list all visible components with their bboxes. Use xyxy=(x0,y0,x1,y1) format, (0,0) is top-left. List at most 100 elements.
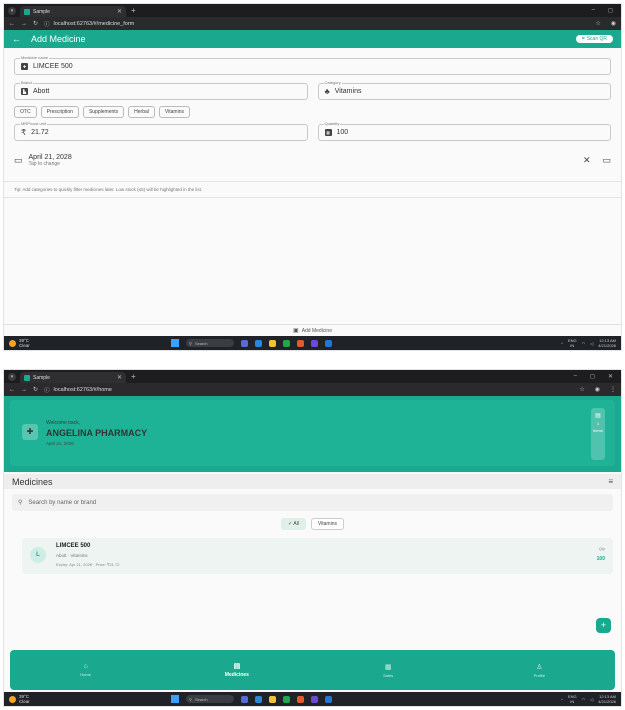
windows-start-icon[interactable] xyxy=(171,695,179,703)
site-info-icon[interactable]: ⓘ xyxy=(44,20,50,28)
tray-lang[interactable]: ENG IN xyxy=(568,338,577,348)
site-info-icon[interactable]: ⓘ xyxy=(44,386,50,394)
chip-vitamins[interactable]: Vitamins xyxy=(158,106,190,118)
taskview-icon[interactable] xyxy=(241,695,248,703)
close-window-icon[interactable]: ✕ xyxy=(608,373,613,380)
category-field[interactable]: Category ♣ Vitamins xyxy=(317,80,611,100)
reload-icon[interactable]: ↻ xyxy=(33,20,38,27)
forward-nav-icon[interactable]: → xyxy=(21,21,27,27)
weather-widget[interactable]: 39°C Clear xyxy=(9,338,159,348)
add-medicine-fab[interactable]: + xyxy=(596,618,611,633)
office-icon[interactable] xyxy=(297,339,304,347)
profile-icon[interactable]: ◉ xyxy=(611,20,616,27)
clear-date-icon[interactable]: ✕ xyxy=(583,155,591,166)
nav-item-medicines[interactable]: ▤ Medicines xyxy=(161,650,312,690)
filter-chip-all[interactable]: ✓ All xyxy=(281,518,306,530)
price-field[interactable]: MRP/cost unit ₹ 21.72 xyxy=(14,121,308,141)
forward-nav-icon[interactable]: → xyxy=(21,387,27,393)
tab-menu-icon[interactable]: ▾ xyxy=(8,372,16,381)
chip-supplements[interactable]: Supplements xyxy=(82,106,125,118)
teams-icon[interactable] xyxy=(311,695,318,703)
nav-item-home[interactable]: ⌂ Home xyxy=(10,650,161,690)
back-arrow-icon[interactable]: ← xyxy=(12,34,21,44)
minimize-icon[interactable]: – xyxy=(592,7,595,14)
reload-icon[interactable]: ↻ xyxy=(33,386,38,393)
nav-item-sales[interactable]: ▦ Sales xyxy=(313,650,464,690)
vscode-icon[interactable] xyxy=(325,339,332,347)
wifi-icon[interactable]: ◠ xyxy=(582,697,586,702)
add-medicine-label: Add Medicine xyxy=(301,327,332,334)
expiry-date-picker[interactable]: ▭ April 21, 2028 Tap to change ✕ ▭ xyxy=(14,147,611,173)
taskbar-search-label: Search xyxy=(194,696,208,702)
profile-icon[interactable]: ◉ xyxy=(595,386,600,393)
back-nav-icon[interactable]: ← xyxy=(9,387,15,393)
volume-icon[interactable]: ◁ xyxy=(590,697,593,702)
list-item[interactable]: L LIMCEE 500 Abott · Vitamins Expiry: Ap… xyxy=(22,538,613,574)
chrome-icon[interactable] xyxy=(283,695,290,703)
windows-start-icon[interactable] xyxy=(171,339,179,347)
chip-prescription[interactable]: Prescription xyxy=(40,106,79,118)
browser-tab[interactable]: Sample ✕ xyxy=(20,372,126,383)
taskbar-search[interactable]: ⚲ Search xyxy=(186,695,234,703)
bookmark-icon[interactable]: ☆ xyxy=(595,20,600,27)
tray-chevron-icon[interactable]: ^ xyxy=(561,341,563,346)
chrome-icon[interactable] xyxy=(283,339,290,347)
taskbar-clock[interactable]: 12:13 AM 4/21/2026 xyxy=(598,338,616,348)
person-icon: ♙ xyxy=(536,663,543,671)
brand-field[interactable]: Brand ▙ Abott xyxy=(14,80,308,100)
taskview-icon[interactable] xyxy=(241,339,248,347)
nav-item-profile[interactable]: ♙ Profile xyxy=(464,650,615,690)
pharmacy-logo-icon: ✚ xyxy=(22,424,38,440)
scan-qr-button[interactable]: ⌗ Scan QR xyxy=(575,35,613,43)
maximize-icon[interactable]: ◻ xyxy=(590,373,595,380)
sort-filter-icon[interactable]: ≡ xyxy=(608,477,613,486)
nav-profile-label: Profile xyxy=(533,672,546,678)
menu-dots-icon[interactable]: ⋮ xyxy=(610,386,616,393)
chip-otc[interactable]: OTC xyxy=(14,106,37,118)
tab-menu-icon[interactable]: ▾ xyxy=(8,6,16,15)
chip-herbal[interactable]: Herbal xyxy=(128,106,155,118)
new-tab-icon[interactable]: + xyxy=(131,372,136,381)
medicine-name-field[interactable]: Medicine name ✚ LIMCEE 500 xyxy=(14,55,611,75)
weather-condition: Clear xyxy=(19,343,30,348)
windows-taskbar: 39°C Clear ⚲ Search ^ ENG IN ◠ ◁ 12:13 A… xyxy=(4,692,621,706)
edge-icon[interactable] xyxy=(255,695,262,703)
wifi-icon[interactable]: ◠ xyxy=(582,341,586,346)
nav-sales-label: Sales xyxy=(383,672,394,678)
taskbar-clock[interactable]: 12:13 AM 4/21/2026 xyxy=(598,694,616,704)
back-nav-icon[interactable]: ← xyxy=(9,21,15,27)
url-field[interactable]: ⓘ localhost:62763/#/home xyxy=(44,386,573,394)
tray-chevron-icon[interactable]: ^ xyxy=(561,697,563,702)
edge-icon[interactable] xyxy=(255,339,262,347)
items-badge[interactable]: ▤ 1 Items xyxy=(591,408,605,460)
address-bar: ← → ↻ ⓘ localhost:62763/#/home ☆ ◉ ⋮ xyxy=(4,383,621,396)
weather-widget[interactable]: 39°C Clear xyxy=(9,694,159,704)
minimize-icon[interactable]: – xyxy=(574,373,577,380)
filter-chip-vitamins[interactable]: Vitamins xyxy=(310,518,344,530)
tray-lang[interactable]: ENG IN xyxy=(568,694,577,704)
explorer-icon[interactable] xyxy=(269,695,276,703)
close-tab-icon[interactable]: ✕ xyxy=(117,8,122,15)
maximize-icon[interactable]: ◻ xyxy=(608,7,613,14)
close-tab-icon[interactable]: ✕ xyxy=(117,374,122,381)
quantity-field[interactable]: Quantity ▦ 100 xyxy=(317,121,611,141)
edit-calendar-icon[interactable]: ▭ xyxy=(602,155,611,166)
taskbar-search[interactable]: ⚲ Search xyxy=(186,339,234,347)
items-badge-icon: ▤ xyxy=(595,413,601,419)
medicine-search-input[interactable]: ⚲ Search by name or brand xyxy=(12,494,613,511)
url-field[interactable]: ⓘ localhost:62763/#/medicine_form xyxy=(44,20,589,28)
teams-icon[interactable] xyxy=(311,339,318,347)
qr-icon: ⌗ xyxy=(581,36,585,42)
add-medicine-button[interactable]: ▣ Add Medicine xyxy=(4,324,621,336)
browser-tab[interactable]: Sample ✕ xyxy=(20,6,126,17)
medicine-name-value: LIMCEE 500 xyxy=(33,63,73,70)
bookmark-icon[interactable]: ☆ xyxy=(579,386,584,393)
vscode-icon[interactable] xyxy=(325,695,332,703)
new-tab-icon[interactable]: + xyxy=(131,6,136,15)
tab-title: Sample xyxy=(33,374,50,381)
volume-icon[interactable]: ◁ xyxy=(590,341,593,346)
office-icon[interactable] xyxy=(297,695,304,703)
calendar-icon: ▭ xyxy=(14,154,23,165)
sun-icon xyxy=(9,695,16,703)
explorer-icon[interactable] xyxy=(269,339,276,347)
